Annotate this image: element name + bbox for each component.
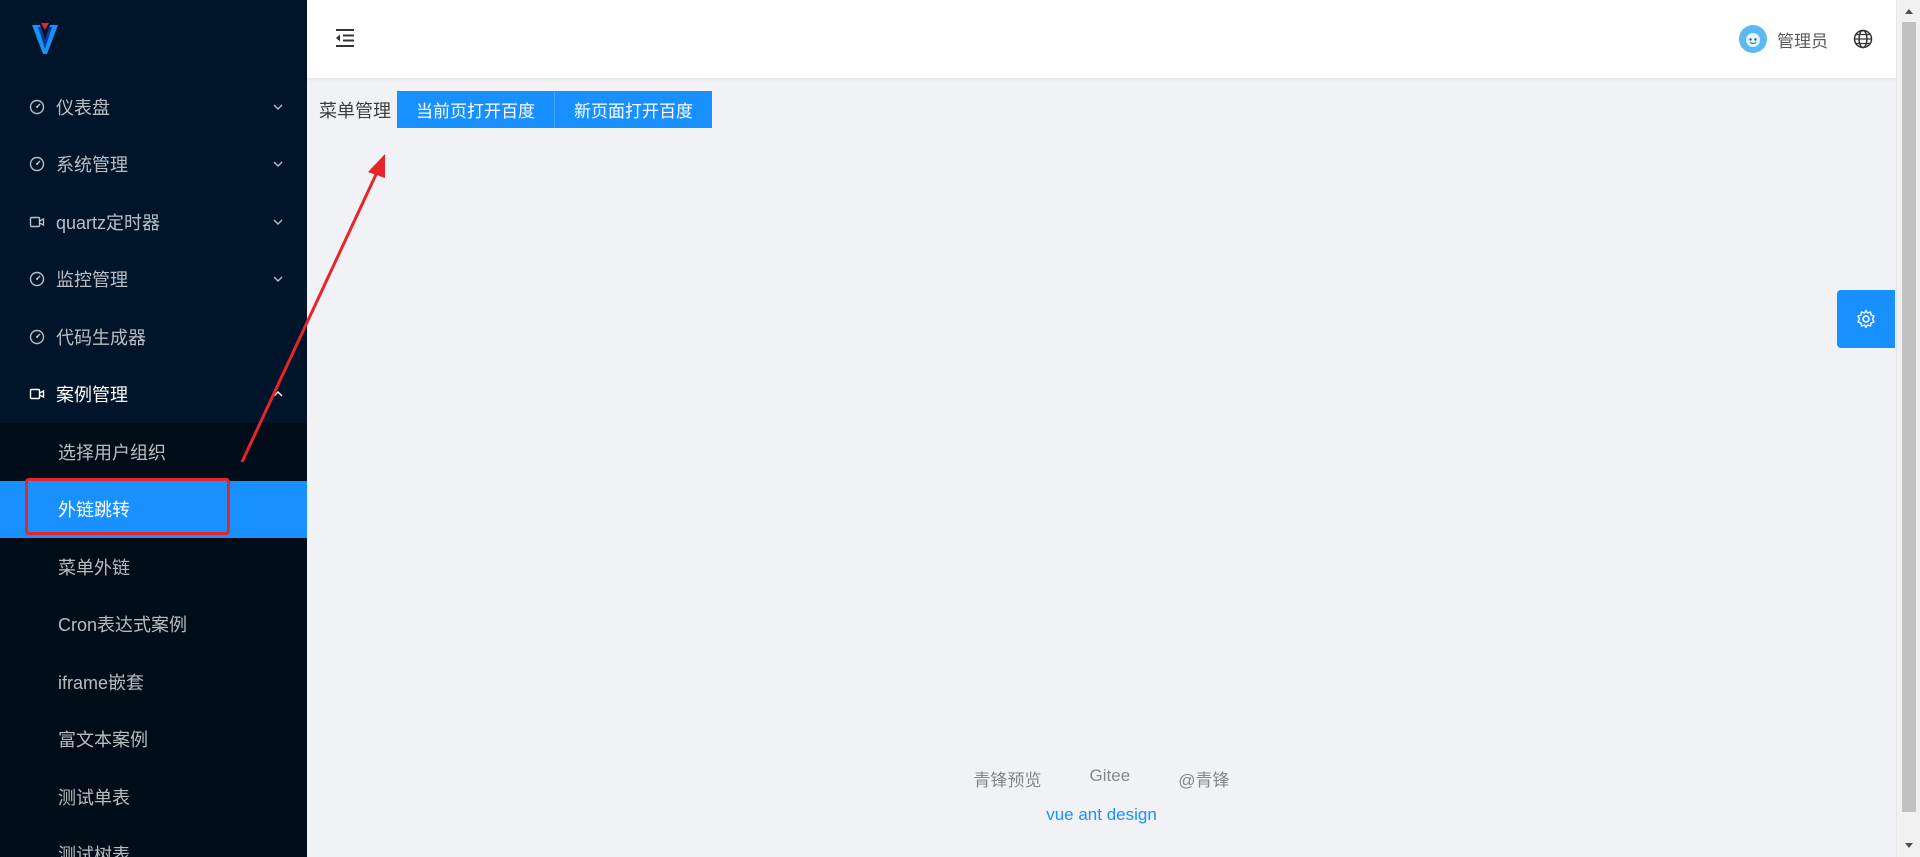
footer: 青锋预览 Gitee @青锋 vue ant design bbox=[307, 766, 1896, 825]
toolbar-label: 菜单管理 bbox=[319, 100, 391, 121]
menu-item-label: 监控管理 bbox=[56, 270, 128, 291]
menu-item-quartz[interactable]: quartz定时器 bbox=[0, 193, 307, 251]
submenu-item-test-single-table[interactable]: 测试单表 bbox=[0, 768, 307, 826]
submenu-item-label: 菜单外链 bbox=[58, 557, 130, 578]
scrollbar-thumb[interactable] bbox=[1902, 22, 1916, 812]
chevron-up-icon bbox=[271, 387, 285, 401]
menu-item-system[interactable]: 系统管理 bbox=[0, 136, 307, 194]
menu-item-codegen[interactable]: 代码生成器 bbox=[0, 308, 307, 366]
footer-copyright: vue ant design bbox=[1046, 805, 1157, 824]
submenu-item-iframe[interactable]: iframe嵌套 bbox=[0, 653, 307, 711]
user-avatar-icon bbox=[1746, 33, 1760, 47]
footer-link-gitee[interactable]: Gitee bbox=[1090, 766, 1131, 791]
submenu-item-external-link-jump[interactable]: 外链跳转 bbox=[0, 480, 307, 538]
menu-fold-icon[interactable] bbox=[333, 26, 357, 50]
chevron-down-icon bbox=[271, 215, 285, 229]
globe-icon[interactable] bbox=[1852, 28, 1874, 50]
submenu-item-rich-text[interactable]: 富文本案例 bbox=[0, 711, 307, 769]
dashboard-icon bbox=[28, 155, 46, 173]
footer-link-author[interactable]: @青锋 bbox=[1178, 766, 1229, 791]
vue-logo-icon bbox=[32, 23, 58, 54]
menu-item-label: 系统管理 bbox=[56, 155, 128, 176]
dashboard-icon bbox=[28, 270, 46, 288]
submenu-item-label: 外链跳转 bbox=[58, 500, 130, 521]
gear-icon bbox=[1857, 309, 1875, 329]
footer-links: 青锋预览 Gitee @青锋 bbox=[307, 766, 1896, 791]
menu-item-monitor[interactable]: 监控管理 bbox=[0, 251, 307, 309]
user-menu[interactable]: 管理员 bbox=[1739, 24, 1828, 54]
toolbar: 菜单管理 当前页打开百度 新页面打开百度 bbox=[319, 91, 712, 128]
submenu-item-label: 测试树表 bbox=[58, 845, 130, 857]
menu-item-label: 代码生成器 bbox=[56, 327, 146, 348]
video-camera-icon bbox=[28, 385, 46, 403]
open-baidu-current-page-button[interactable]: 当前页打开百度 bbox=[397, 91, 554, 128]
user-name: 管理员 bbox=[1777, 31, 1828, 51]
menu-item-label: 仪表盘 bbox=[56, 97, 110, 118]
sidebar: 仪表盘 系统管理 quartz定时器 监控管理 代码生成器 案例管理 选择用户组… bbox=[0, 0, 307, 857]
scroll-up-arrow-icon[interactable] bbox=[1897, 2, 1920, 20]
avatar bbox=[1739, 25, 1767, 53]
scroll-down-arrow-icon[interactable] bbox=[1897, 837, 1920, 855]
dashboard-icon bbox=[28, 328, 46, 346]
submenu-item-cron[interactable]: Cron表达式案例 bbox=[0, 596, 307, 654]
menu-item-dashboard[interactable]: 仪表盘 bbox=[0, 78, 307, 136]
footer-link-preview[interactable]: 青锋预览 bbox=[974, 766, 1042, 791]
settings-button[interactable] bbox=[1837, 290, 1895, 348]
menu-item-label: 案例管理 bbox=[56, 385, 128, 406]
logo[interactable] bbox=[0, 0, 307, 78]
submenu-item-test-tree-table[interactable]: 测试树表 bbox=[0, 826, 307, 857]
video-camera-icon bbox=[28, 213, 46, 231]
header: 管理员 bbox=[307, 0, 1896, 78]
submenu-examples: 选择用户组织 外链跳转 菜单外链 Cron表达式案例 iframe嵌套 富文本案… bbox=[0, 423, 307, 857]
submenu-item-label: 测试单表 bbox=[58, 787, 130, 808]
submenu-item-label: iframe嵌套 bbox=[58, 672, 145, 693]
menu-item-examples[interactable]: 案例管理 bbox=[0, 366, 307, 424]
submenu-item-label: 富文本案例 bbox=[58, 730, 148, 751]
scrollbar[interactable] bbox=[1896, 0, 1920, 857]
chevron-down-icon bbox=[271, 272, 285, 286]
open-baidu-new-page-button[interactable]: 新页面打开百度 bbox=[554, 91, 712, 128]
chevron-down-icon bbox=[271, 100, 285, 114]
submenu-item-menu-external-link[interactable]: 菜单外链 bbox=[0, 538, 307, 596]
submenu-item-label: Cron表达式案例 bbox=[58, 615, 188, 636]
submenu-item-label: 选择用户组织 bbox=[58, 442, 166, 463]
chevron-down-icon bbox=[271, 157, 285, 171]
submenu-item-select-user-org[interactable]: 选择用户组织 bbox=[0, 423, 307, 481]
dashboard-icon bbox=[28, 98, 46, 116]
menu-item-label: quartz定时器 bbox=[56, 212, 161, 233]
